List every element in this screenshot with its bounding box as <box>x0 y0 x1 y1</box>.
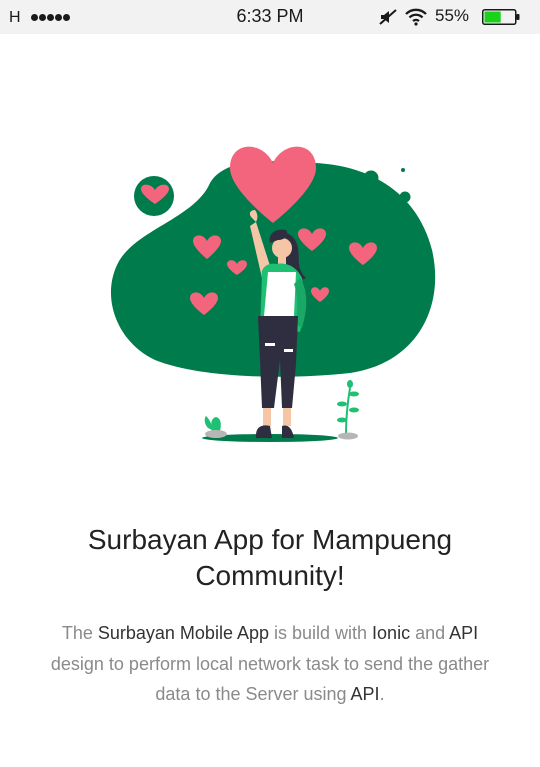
api-highlight: API <box>350 684 380 704</box>
wifi-icon <box>405 8 427 26</box>
description-text: and <box>410 623 450 643</box>
app-description: The Surbayan Mobile App is build with Io… <box>50 618 490 710</box>
decor-dot <box>401 168 405 172</box>
api-highlight: API <box>449 623 479 643</box>
framework-highlight: Ionic <box>372 623 411 643</box>
woman-with-hearts-illustration <box>110 146 436 442</box>
description-text: design to perform local network task to … <box>50 653 490 705</box>
decor-dot <box>399 191 411 203</box>
battery-icon <box>482 9 520 25</box>
app-name-highlight: Surbayan Mobile App <box>97 623 269 643</box>
description-text: is build with <box>269 623 373 643</box>
mute-icon <box>379 9 397 25</box>
page-title: Surbayan App for Mampueng Community! <box>87 524 453 591</box>
status-bar: H 6:33 PM 55% <box>0 0 540 34</box>
battery-percent: 55% <box>435 6 470 25</box>
description-text: The <box>61 623 98 643</box>
description-text: . <box>379 684 385 704</box>
decor-dot <box>363 170 379 186</box>
